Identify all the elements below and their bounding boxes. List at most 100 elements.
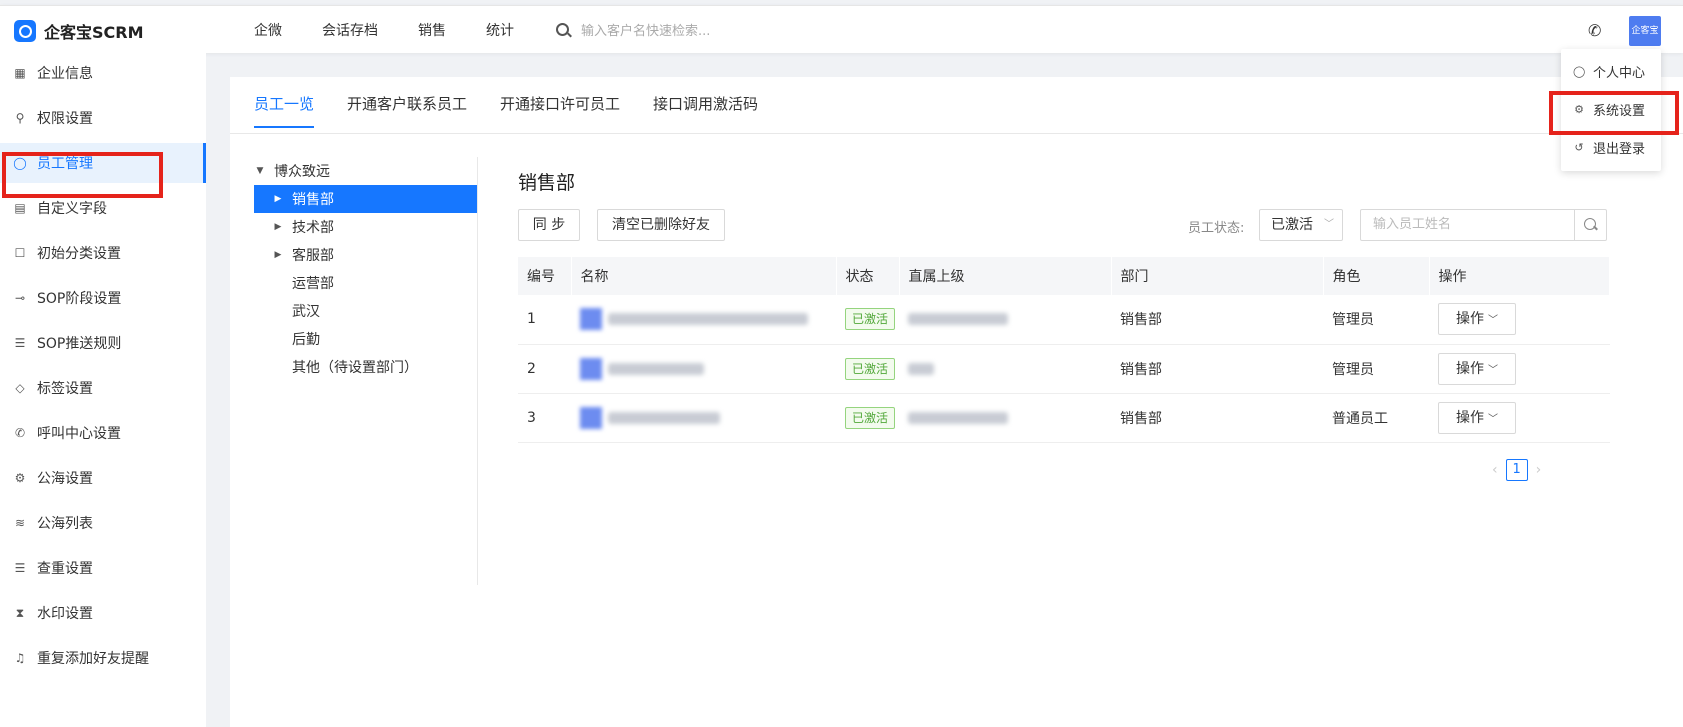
tree-node-label: 运营部 (292, 276, 334, 292)
cell-manager (899, 295, 1111, 345)
tree-root[interactable]: ▼ 博众致远 (254, 157, 478, 185)
redacted-manager (908, 362, 934, 375)
tree-node-label: 其他（待设置部门） (292, 360, 418, 376)
tab-api-license[interactable]: 开通接口许可员工 (500, 93, 620, 128)
customer-search-input[interactable]: 输入客户名快速检索... (581, 20, 710, 39)
table-row[interactable]: 2 已激活 销售部 管理员 操作 ﹀ (518, 344, 1610, 394)
sidebar-item-duplicate-friend[interactable]: ♫ 重复添加好友提醒 (0, 638, 206, 678)
list-icon: ☰ (14, 561, 26, 575)
calendar-icon: ▦ (14, 66, 26, 80)
app-name: 企客宝SCRM (44, 23, 144, 42)
top-nav: 企微 会话存档 销售 统计 (254, 20, 554, 40)
row-action-dropdown[interactable]: 操作 ﹀ (1438, 352, 1516, 385)
status-filter-label: 员工状态: (1188, 221, 1245, 236)
tab-activation-code[interactable]: 接口调用激活码 (653, 93, 758, 128)
sidebar-item-label: SOP阶段设置 (37, 291, 122, 307)
topnav-item-qiwei[interactable]: 企微 (254, 20, 282, 40)
column-header: 直属上级 (899, 257, 1112, 295)
employee-search-placeholder: 输入员工姓名 (1373, 217, 1452, 232)
sidebar-item-call-center[interactable]: ✆ 呼叫中心设置 (0, 413, 206, 453)
tree-node-logistics[interactable]: 后勤 (254, 325, 478, 353)
app-logo[interactable]: 企客宝SCRM (14, 19, 144, 43)
sidebar-item-label: 自定义字段 (37, 201, 107, 217)
tab-customer-contact[interactable]: 开通客户联系员工 (347, 93, 467, 128)
key-icon: ⚲ (15, 111, 25, 125)
caret-right-icon[interactable]: ▶ (272, 222, 284, 232)
table-header: 编号 名称 状态 直属上级 部门 角色 操作 (518, 257, 1610, 295)
tree-node-sales[interactable]: ▶ 销售部 (254, 185, 478, 213)
tree-node-wuhan[interactable]: 武汉 (254, 297, 478, 325)
square-icon: ☐ (14, 246, 26, 260)
table-row[interactable]: 1 已激活 销售部 管理员 操作 ﹀ (518, 295, 1610, 345)
employee-search-button[interactable] (1574, 210, 1606, 240)
menu-item-personal-center[interactable]: ◯ 个人中心 (1561, 53, 1661, 89)
cell-status: 已激活 (836, 295, 899, 345)
phone-icon[interactable]: ✆ (1588, 21, 1601, 40)
customer-search[interactable]: 输入客户名快速检索... (556, 20, 710, 39)
row-action-dropdown[interactable]: 操作 ﹀ (1438, 401, 1516, 434)
tree-node-label: 销售部 (292, 192, 334, 208)
avatar[interactable]: 企客宝 (1629, 16, 1661, 46)
main-panel: 员工一览 开通客户联系员工 开通接口许可员工 接口调用激活码 ▼ 博众致远 ▶ 销售… (230, 77, 1683, 727)
tree-node-service[interactable]: ▶ 客服部 (254, 241, 478, 269)
column-header: 部门 (1111, 257, 1324, 295)
sidebar-item-permissions[interactable]: ⚲ 权限设置 (0, 98, 206, 138)
form-icon: ▤ (14, 201, 26, 215)
status-badge: 已激活 (845, 406, 896, 429)
topnav-item-sales[interactable]: 销售 (418, 20, 446, 40)
chevron-down-icon: ﹀ (1488, 364, 1498, 376)
row-action-label: 操作 (1456, 409, 1484, 426)
sidebar-item-sop-stage[interactable]: ⊸ SOP阶段设置 (0, 278, 206, 318)
tree-node-label: 客服部 (292, 248, 334, 264)
caret-right-icon[interactable]: ▶ (272, 194, 284, 204)
status-filter-value: 已激活 (1271, 217, 1313, 233)
cell-status: 已激活 (836, 344, 899, 394)
chevron-down-icon: ﹀ (1488, 413, 1498, 425)
clear-deleted-friends-button[interactable]: 清空已删除好友 (597, 209, 725, 241)
sidebar-item-label: 标签设置 (37, 381, 93, 397)
tree-node-tech[interactable]: ▶ 技术部 (254, 213, 478, 241)
tree-node-operations[interactable]: 运营部 (254, 269, 478, 297)
cell-role: 普通员工 (1323, 393, 1429, 443)
lines-icon: ≋ (14, 516, 26, 530)
cell-role: 管理员 (1323, 295, 1429, 345)
cell-name (571, 295, 836, 345)
sidebar-item-tags[interactable]: ◇ 标签设置 (0, 368, 206, 408)
sync-button[interactable]: 同 步 (518, 209, 580, 241)
cell-status: 已激活 (836, 393, 899, 443)
employee-search-input[interactable]: 输入员工姓名 (1360, 209, 1607, 241)
row-action-label: 操作 (1456, 311, 1484, 328)
sidebar-item-watermark[interactable]: ⧗ 水印设置 (0, 593, 206, 633)
page-number-current[interactable]: 1 (1505, 459, 1528, 481)
status-filter-select[interactable]: 已激活 ﹀ (1259, 209, 1343, 241)
sidebar-item-company-info[interactable]: ▦ 企业信息 (0, 53, 206, 93)
tab-employee-overview[interactable]: 员工一览 (254, 93, 315, 128)
sidebar-item-pool-list[interactable]: ≋ 公海列表 (0, 503, 206, 543)
sidebar-item-dedupe[interactable]: ☰ 查重设置 (0, 548, 206, 588)
sidebar-item-label: 水印设置 (37, 606, 93, 622)
redacted-manager (908, 411, 1008, 424)
stage-icon: ⊸ (14, 291, 26, 305)
table-row[interactable]: 3 已激活 销售部 普通员工 操作 ﹀ (518, 393, 1610, 443)
sidebar-item-label: SOP推送规则 (37, 336, 122, 352)
sidebar-item-label: 重复添加好友提醒 (37, 651, 149, 667)
topnav-item-session-archive[interactable]: 会话存档 (322, 20, 378, 40)
hourglass-icon: ⧗ (15, 605, 25, 620)
sidebar-item-pool-settings[interactable]: ⚙ 公海设置 (0, 458, 206, 498)
column-header: 名称 (571, 257, 837, 295)
logo-icon (14, 20, 36, 42)
caret-down-icon[interactable]: ▼ (254, 166, 266, 176)
sidebar-item-sop-push[interactable]: ☰ SOP推送规则 (0, 323, 206, 363)
prev-page-icon[interactable]: ‹ (1492, 462, 1498, 478)
next-page-icon[interactable]: › (1536, 462, 1542, 478)
caret-right-icon[interactable]: ▶ (272, 250, 284, 260)
topnav-item-stats[interactable]: 统计 (486, 20, 514, 40)
phone-icon: ✆ (14, 426, 26, 440)
sidebar-item-label: 企业信息 (37, 66, 93, 82)
cell-name (571, 344, 836, 394)
cell-id: 3 (518, 393, 571, 443)
sidebar-item-initial-category[interactable]: ☐ 初始分类设置 (0, 233, 206, 273)
row-action-dropdown[interactable]: 操作 ﹀ (1438, 303, 1516, 336)
tree-node-other[interactable]: 其他（待设置部门） (254, 353, 478, 381)
menu-item-label: 退出登录 (1593, 141, 1646, 157)
